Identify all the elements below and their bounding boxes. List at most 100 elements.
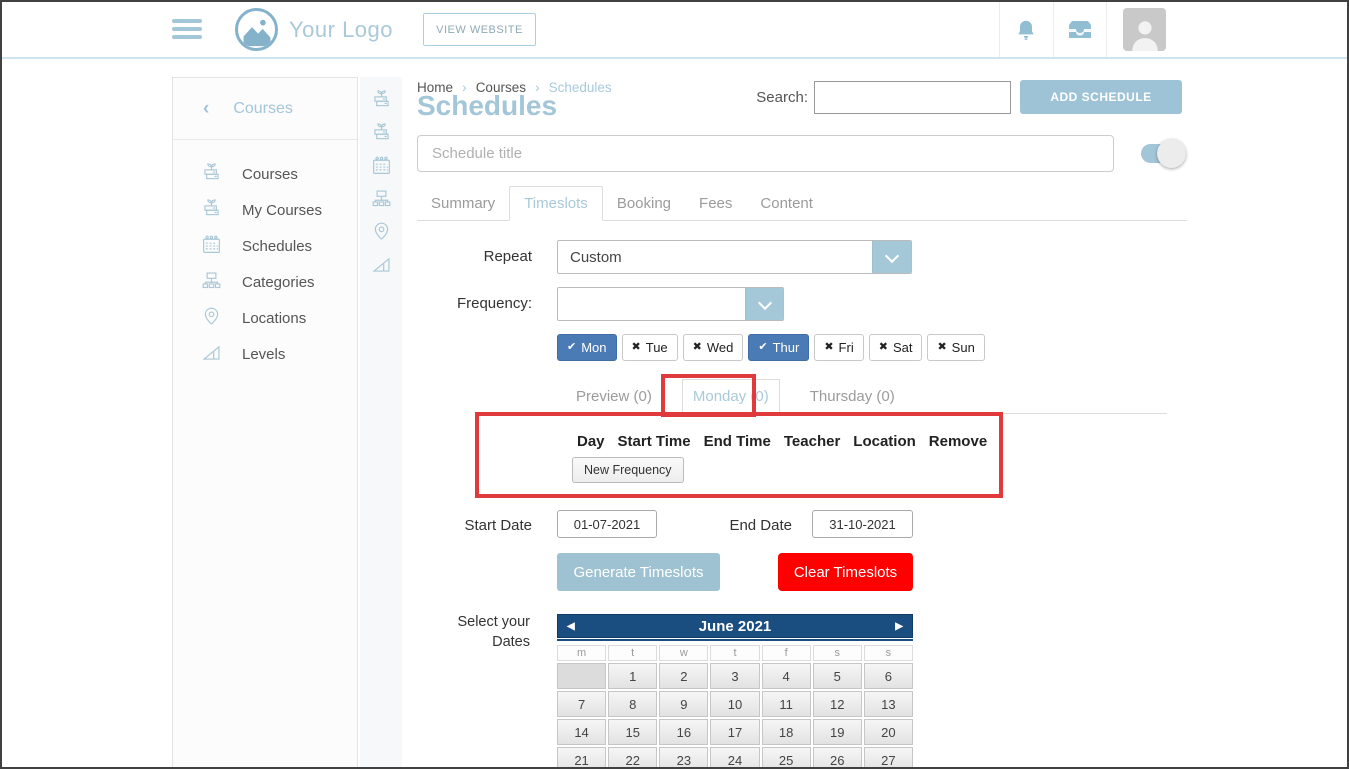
chevron-down-icon[interactable] [872, 241, 911, 273]
calendar-day-cell[interactable]: 4 [762, 663, 811, 689]
calendar-day-cell[interactable]: 22 [608, 747, 657, 769]
levels-icon[interactable] [371, 254, 392, 275]
calendar-day-cell[interactable]: 20 [864, 719, 913, 745]
tab-content[interactable]: Content [746, 187, 827, 220]
sidebar-item-label: Categories [242, 274, 315, 291]
calendar-day-cell[interactable]: 24 [710, 747, 759, 769]
frequency-select[interactable] [557, 287, 784, 321]
tab-bar: SummaryTimeslotsBookingFeesContent [417, 188, 1187, 221]
avatar[interactable] [1123, 8, 1166, 51]
tab-summary[interactable]: Summary [417, 187, 509, 220]
inbox-icon[interactable] [1065, 17, 1095, 43]
calendar-empty-cell [557, 663, 606, 689]
repeat-select[interactable]: Custom [557, 240, 912, 274]
calendar-day-cell[interactable]: 13 [864, 691, 913, 717]
day-toggle-row: ✔Mon ✖Tue ✖Wed ✔Thur ✖Fri ✖Sat ✖Sun [557, 334, 985, 361]
calendar-day-cell[interactable]: 5 [813, 663, 862, 689]
calendar-day-cell[interactable]: 9 [659, 691, 708, 717]
day-toggle-wed[interactable]: ✖Wed [683, 334, 744, 361]
calendar-day-cell[interactable]: 21 [557, 747, 606, 769]
sidebar-item-locations[interactable]: Locations [173, 300, 357, 336]
sidebar-item-label: Schedules [242, 238, 312, 255]
timeslot-col-day: Day [577, 433, 605, 450]
sidebar-item-my-courses[interactable]: My Courses [173, 192, 357, 228]
day-toggle-fri[interactable]: ✖Fri [814, 334, 863, 361]
annotation-box-timeslot-table [475, 412, 1003, 498]
day-toggle-sun[interactable]: ✖Sun [927, 334, 984, 361]
schedule-active-toggle-knob[interactable] [1157, 139, 1186, 168]
view-website-button[interactable]: VIEW WEBSITE [423, 13, 536, 46]
categories-icon [201, 270, 222, 295]
timeslot-col-location: Location [853, 433, 916, 450]
sidebar-item-courses[interactable]: Courses [173, 156, 357, 192]
day-toggle-sat[interactable]: ✖Sat [869, 334, 923, 361]
end-date-input[interactable] [812, 510, 913, 538]
subtab-monday-0[interactable]: Monday (0) [682, 379, 780, 414]
calendar-day-cell[interactable]: 27 [864, 747, 913, 769]
calendar-day-cell[interactable]: 8 [608, 691, 657, 717]
calendar-day-cell[interactable]: 3 [710, 663, 759, 689]
sidebar-item-categories[interactable]: Categories [173, 264, 357, 300]
tab-fees[interactable]: Fees [685, 187, 746, 220]
tab-timeslots[interactable]: Timeslots [509, 186, 603, 221]
header-divider [1106, 2, 1107, 57]
day-toggle-mon[interactable]: ✔Mon [557, 334, 617, 361]
select-dates-label: Select your Dates [430, 612, 530, 652]
calendar-day-cell[interactable]: 10 [710, 691, 759, 717]
calendar-day-cell[interactable]: 6 [864, 663, 913, 689]
schedules-icon [201, 234, 222, 259]
schedules-icon[interactable] [371, 155, 392, 176]
frequency-subtab-bar: Preview (0) Monday (0) Thursday (0) [475, 381, 1167, 414]
chevron-down-icon[interactable] [745, 288, 783, 320]
locations-icon[interactable] [371, 221, 392, 242]
timeslot-table-header-row: DayStart TimeEnd TimeTeacherLocationRemo… [577, 433, 987, 450]
calendar-day-cell[interactable]: 19 [813, 719, 862, 745]
subtab-thursday-0[interactable]: Thursday (0) [804, 380, 901, 413]
calendar-prev-icon[interactable]: ◀ [567, 615, 575, 637]
calendar-day-cell[interactable]: 12 [813, 691, 862, 717]
tab-booking[interactable]: Booking [603, 187, 685, 220]
calendar-day-cell[interactable]: 7 [557, 691, 606, 717]
calendar-next-icon[interactable]: ▶ [895, 615, 903, 637]
day-toggle-thur[interactable]: ✔Thur [748, 334, 809, 361]
add-schedule-button[interactable]: ADD SCHEDULE [1020, 80, 1182, 114]
calendar-day-cell[interactable]: 15 [608, 719, 657, 745]
logo-text: Your Logo [289, 17, 393, 43]
x-icon: ✖ [879, 342, 888, 353]
calendar-day-cell[interactable]: 16 [659, 719, 708, 745]
calendar-day-cell[interactable]: 1 [608, 663, 657, 689]
frequency-label: Frequency: [422, 295, 532, 312]
calendar-day-cell[interactable]: 26 [813, 747, 862, 769]
courses-icon[interactable] [371, 89, 392, 110]
sidebar-header[interactable]: ‹ Courses [173, 78, 357, 140]
x-icon: ✖ [937, 342, 946, 353]
breadcrumb-item-schedules[interactable]: Schedules [549, 80, 612, 95]
logo-icon[interactable] [235, 8, 278, 51]
calendar-day-cell[interactable]: 18 [762, 719, 811, 745]
calendar-day-cell[interactable]: 11 [762, 691, 811, 717]
hamburger-menu-icon[interactable] [172, 19, 202, 40]
sidebar-menu: Courses My Courses Schedules Categories … [173, 140, 357, 372]
subtab-preview-0[interactable]: Preview (0) [570, 380, 658, 413]
timeslot-col-teacher: Teacher [784, 433, 840, 450]
start-date-input[interactable] [557, 510, 657, 538]
sidebar-item-schedules[interactable]: Schedules [173, 228, 357, 264]
calendar-day-cell[interactable]: 14 [557, 719, 606, 745]
clear-timeslots-button[interactable]: Clear Timeslots [778, 553, 913, 591]
new-frequency-button[interactable]: New Frequency [572, 457, 684, 483]
calendar-day-cell[interactable]: 23 [659, 747, 708, 769]
my-courses-icon[interactable] [371, 122, 392, 143]
categories-icon[interactable] [371, 188, 392, 209]
calendar-dow-label: s [813, 645, 862, 661]
schedule-title-input[interactable] [417, 135, 1114, 172]
page-title: Schedules [417, 90, 557, 122]
calendar-day-cell[interactable]: 2 [659, 663, 708, 689]
sidebar-item-levels[interactable]: Levels [173, 336, 357, 372]
generate-timeslots-button[interactable]: Generate Timeslots [557, 553, 720, 591]
start-date-label: Start Date [432, 517, 532, 534]
calendar-day-cell[interactable]: 17 [710, 719, 759, 745]
bell-icon[interactable] [1012, 16, 1040, 44]
search-input[interactable] [814, 81, 1011, 114]
calendar-day-cell[interactable]: 25 [762, 747, 811, 769]
day-toggle-tue[interactable]: ✖Tue [622, 334, 678, 361]
